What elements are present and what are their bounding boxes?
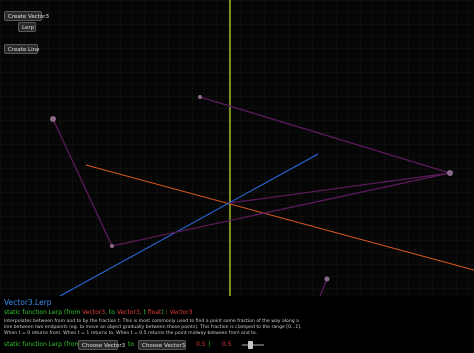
signature-t-keyword: , t [139,309,146,316]
function-call-row: static function Lerp (from Choose Vector… [4,340,474,350]
choose-from-vector3-button[interactable]: Choose Vector3 [78,340,125,350]
connector-line [111,172,451,247]
doc-title: Vector3.Lerp [4,298,52,307]
vector-point[interactable] [110,244,114,248]
signature-close: ) : [161,309,168,316]
t-value-display: 0.5 [222,341,232,348]
vector-point[interactable] [447,170,453,176]
scene-canvas [50,0,474,296]
lerp-button[interactable]: Lerp [18,22,36,32]
signature-t-type: float [147,309,162,316]
documentation-panel: Vector3.Lerp static function Lerp (from … [0,296,474,353]
axis-z-line [59,153,319,296]
signature-from-type: Vector3 [82,309,106,316]
vector-point[interactable] [50,116,56,122]
function-signature: static function Lerp (from Vector3, to V… [4,309,193,316]
signature-to-type: Vector3 [116,309,140,316]
signature-to-keyword: , to [105,309,115,316]
create-vector3-button[interactable]: Create Vector3 [4,11,49,21]
call-close-paren: ) [208,341,211,348]
scene-viewport[interactable]: Create Vector3 Lerp Create Line [0,0,474,296]
create-line-button[interactable]: Create Line [4,44,40,54]
vector-point[interactable] [324,276,330,282]
connector-line [52,118,113,247]
t-slider-track[interactable] [242,344,264,346]
connector-line [199,96,451,174]
connector-line [229,172,451,204]
t-slider-thumb[interactable] [248,341,253,349]
doc-description: Interpolates between from and to by the … [4,319,302,336]
t-value-input[interactable]: 0.5 [196,341,206,348]
signature-return-type: Vector3 [169,309,193,316]
vector-point[interactable] [198,95,202,99]
signature-static-function: static function Lerp (from [4,309,81,316]
call-prefix: static function Lerp (from [4,341,81,348]
connector-line [319,278,328,296]
choose-to-vector3-button[interactable]: Choose Vector3 [138,340,186,350]
call-to-label: to [128,341,135,348]
